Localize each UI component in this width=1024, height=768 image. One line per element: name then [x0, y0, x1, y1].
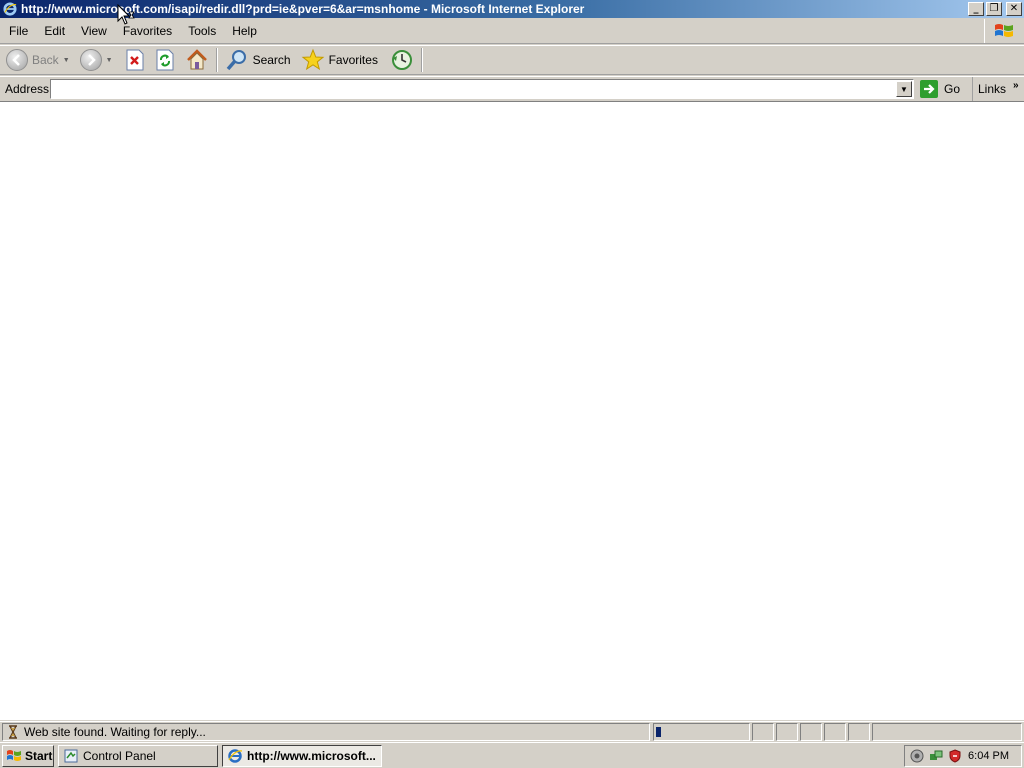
start-flag-icon [7, 750, 21, 761]
status-pane [848, 723, 870, 741]
hourglass-icon [9, 725, 17, 739]
status-bar: Web site found. Waiting for reply... [0, 721, 1024, 741]
address-field[interactable]: ▼ [50, 79, 914, 99]
status-pane [752, 723, 774, 741]
forward-icon [79, 49, 102, 71]
search-icon [226, 50, 246, 71]
go-label: Go [944, 82, 961, 96]
address-input[interactable] [51, 80, 891, 98]
window-controls: _ ❐ ✕ [968, 2, 1022, 16]
menu-edit[interactable]: Edit [36, 20, 73, 42]
taskbar-button-ie[interactable]: http://www.microsoft... [222, 745, 382, 767]
status-pane [800, 723, 822, 741]
windows-logo-icon [994, 24, 1013, 37]
ie-icon [3, 2, 17, 16]
menu-bar: File Edit View Favorites Tools Help [0, 19, 1024, 44]
history-button[interactable] [387, 47, 417, 73]
taskbar-label-ie: http://www.microsoft... [247, 749, 376, 763]
restore-button[interactable]: ❐ [986, 2, 1002, 16]
menu-file[interactable]: File [0, 20, 36, 42]
menu-help[interactable]: Help [224, 20, 265, 42]
favorites-label: Favorites [328, 53, 378, 67]
taskbar-button-control-panel[interactable]: Control Panel [58, 745, 218, 767]
minimize-button[interactable]: _ [968, 2, 984, 16]
start-label: Start [25, 749, 53, 763]
back-icon [6, 49, 28, 71]
back-button[interactable]: Back ▼ [3, 47, 73, 73]
system-tray: 6:04 PM [904, 745, 1022, 767]
status-pane [776, 723, 798, 741]
back-dropdown-arrow[interactable]: ▼ [63, 57, 70, 64]
search-button[interactable]: Search [222, 47, 294, 73]
ie-icon [228, 749, 243, 763]
volume-icon[interactable] [910, 749, 924, 763]
menu-favorites[interactable]: Favorites [115, 20, 180, 42]
toolbar-separator-end [420, 48, 423, 72]
menu-tools[interactable]: Tools [180, 20, 224, 42]
forward-dropdown-arrow[interactable]: ▼ [106, 57, 113, 64]
home-button[interactable] [182, 47, 212, 73]
links-toolbar[interactable]: Links » [972, 77, 1019, 101]
refresh-button[interactable] [152, 47, 178, 73]
stop-button[interactable] [122, 47, 148, 73]
stop-icon [126, 49, 144, 71]
forward-button[interactable]: ▼ [77, 47, 116, 73]
clock: 6:04 PM [968, 750, 1009, 762]
security-shield-icon[interactable] [948, 749, 962, 763]
network-icon[interactable] [929, 749, 943, 763]
address-dropdown-button[interactable]: ▼ [896, 81, 912, 97]
window-title: http://www.microsoft.com/isapi/redir.dll… [21, 2, 585, 16]
history-icon [391, 50, 412, 70]
go-arrow-icon [920, 80, 938, 98]
standard-toolbar: Back ▼ ▼ Search Favorites [0, 45, 1024, 75]
taskbar: Start Control Panel http://www.microsoft… [0, 742, 1024, 768]
links-more-chevron[interactable]: » [1013, 80, 1019, 91]
search-label: Search [252, 53, 291, 67]
page-content-area[interactable] [0, 101, 1024, 720]
progress-fill [656, 727, 661, 737]
go-button[interactable]: Go [920, 79, 960, 99]
back-label: Back [32, 53, 59, 67]
address-bar: Address ▼ Go Links » [0, 76, 1024, 101]
title-bar[interactable]: http://www.microsoft.com/isapi/redir.dll… [0, 0, 1024, 18]
links-label: Links [978, 82, 1007, 96]
home-icon [186, 49, 207, 70]
status-zone-pane [872, 723, 1022, 741]
control-panel-icon [64, 749, 78, 763]
throbber [984, 19, 1022, 43]
status-text: Web site found. Waiting for reply... [24, 725, 206, 739]
taskbar-label-control-panel: Control Panel [83, 749, 156, 763]
menu-view[interactable]: View [73, 20, 115, 42]
progress-bar [653, 723, 750, 741]
refresh-icon [156, 49, 174, 71]
toolbar-separator [215, 48, 218, 72]
favorites-star-icon [301, 48, 324, 71]
start-button[interactable]: Start [2, 745, 54, 767]
status-text-pane: Web site found. Waiting for reply... [2, 723, 650, 741]
close-button[interactable]: ✕ [1006, 2, 1022, 16]
address-label: Address [5, 81, 50, 96]
status-pane [824, 723, 846, 741]
favorites-button[interactable]: Favorites [298, 47, 381, 73]
